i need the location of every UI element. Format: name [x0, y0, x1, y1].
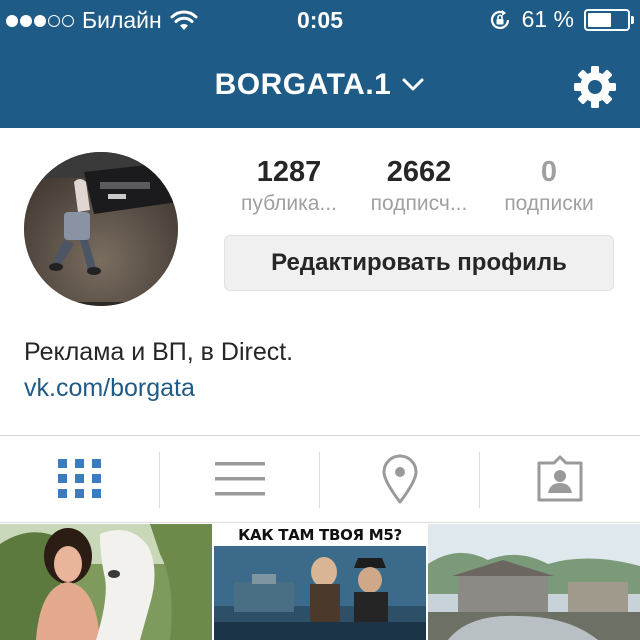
settings-button[interactable]	[570, 62, 620, 112]
battery-icon	[584, 8, 634, 31]
tagged-person-icon	[537, 455, 583, 502]
stat-posts-count: 1287	[256, 156, 322, 188]
status-bar: Билайн 0:05 61 %	[0, 0, 640, 40]
tab-grid-view[interactable]	[0, 436, 160, 522]
stat-following-label: подписки	[504, 192, 594, 215]
orientation-lock-icon	[490, 9, 509, 29]
profile-avatar[interactable]	[24, 152, 178, 306]
stat-followers[interactable]: 2662 подписч...	[354, 154, 484, 218]
battery-level	[588, 12, 612, 27]
stat-followers-count: 2662	[386, 156, 452, 188]
stat-posts[interactable]: 1287 публика...	[224, 154, 354, 218]
avatar-photo	[24, 152, 178, 306]
username-title: BORGATA.1	[214, 68, 392, 101]
post-thumbnail[interactable]	[0, 524, 212, 640]
post-caption: КАК ТАМ ТВОЯ М5?	[238, 526, 402, 544]
grid-icon	[58, 459, 101, 498]
stat-following-count: 0	[540, 156, 558, 188]
stat-following[interactable]: 0 подписки	[484, 154, 614, 218]
location-pin-icon	[382, 454, 418, 504]
profile-tab-bar	[0, 435, 640, 523]
post-thumbnail[interactable]: КАК ТАМ ТВОЯ М5?	[214, 524, 426, 640]
tab-tagged-view[interactable]	[480, 436, 640, 522]
edit-profile-button[interactable]: Редактировать профиль	[224, 235, 614, 291]
post-image	[0, 524, 212, 640]
tab-map-view[interactable]	[320, 436, 480, 522]
stat-followers-label: подписч...	[370, 192, 468, 215]
stat-posts-label: публика...	[240, 192, 337, 215]
status-right: 61 %	[488, 6, 634, 33]
battery-percent: 61 %	[521, 6, 574, 32]
tab-list-view[interactable]	[160, 436, 320, 522]
posts-grid: КАК ТАМ ТВОЯ М5?	[0, 524, 640, 640]
nav-bar: BORGATA.1	[0, 40, 640, 128]
account-switcher: BORGATA.1	[0, 68, 640, 102]
profile-website-link[interactable]: vk.com/borgata	[24, 374, 195, 403]
list-icon	[215, 462, 265, 496]
gear-icon	[574, 66, 616, 108]
post-thumbnail[interactable]	[428, 524, 640, 640]
header: Билайн 0:05 61 % BORGATA.1	[0, 0, 640, 128]
chevron-down-icon	[402, 78, 424, 91]
post-image	[428, 524, 640, 640]
username-button[interactable]: BORGATA.1	[215, 68, 426, 102]
profile-bio: Реклама и ВП, в Direct.	[24, 338, 294, 366]
